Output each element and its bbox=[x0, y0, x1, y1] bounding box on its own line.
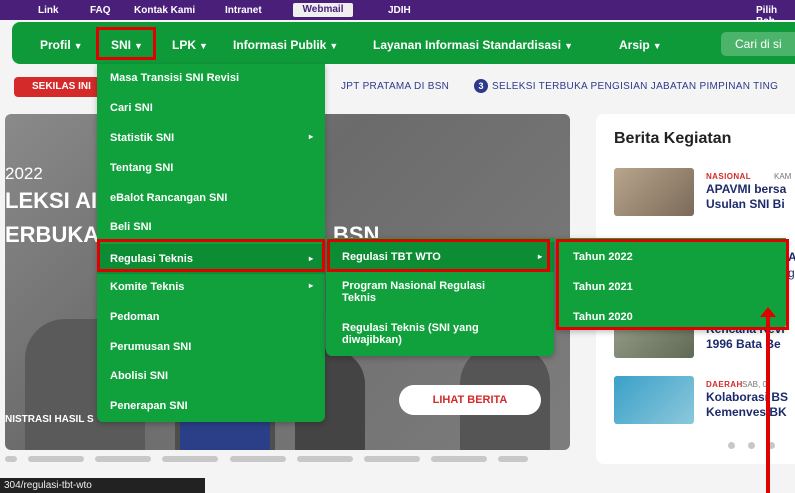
menu-item-label: Tentang SNI bbox=[110, 162, 174, 174]
hero-caption: NISTRASI HASIL S bbox=[5, 414, 94, 425]
news-date: KAM bbox=[774, 172, 792, 181]
carousel-dot[interactable] bbox=[95, 456, 151, 462]
menu-item-label: Masa Transisi SNI Revisi bbox=[110, 72, 240, 84]
carousel-dot[interactable] bbox=[431, 456, 487, 462]
search-button[interactable]: Cari di si bbox=[721, 32, 795, 56]
news-partial: A bbox=[788, 250, 795, 264]
faq-link[interactable]: FAQ bbox=[90, 5, 111, 16]
menu-item-beli-sni[interactable]: Beli SNI bbox=[97, 221, 325, 233]
menu-item-penerapan-sni[interactable]: Penerapan SNI bbox=[97, 400, 325, 412]
ticker-number-badge: 3 bbox=[474, 79, 488, 93]
menu-item-masa-transisi[interactable]: Masa Transisi SNI Revisi bbox=[97, 72, 325, 84]
nav-layanan-informasi[interactable]: Layanan Informasi Standardisasi ▼ bbox=[373, 38, 573, 52]
menu-item-cari-sni[interactable]: Cari SNI bbox=[97, 102, 325, 114]
browser-status-url: 304/regulasi-tbt-wto bbox=[0, 478, 205, 493]
regulasi-tbt-wto-highlight-box bbox=[327, 239, 550, 272]
nav-lpk-label: LPK bbox=[172, 38, 196, 52]
nav-informasi-publik[interactable]: Informasi Publik ▼ bbox=[233, 38, 338, 52]
regulasi-teknis-highlight-box bbox=[97, 239, 325, 272]
carousel-dot[interactable] bbox=[162, 456, 218, 462]
page: Link FAQ Kontak Kami Intranet Webmail JD… bbox=[0, 0, 795, 493]
menu-item-label: Cari SNI bbox=[110, 102, 153, 114]
menu-item-label: Penerapan SNI bbox=[110, 400, 188, 412]
menu-item-program-nasional[interactable]: Program Nasional Regulasi Teknis bbox=[326, 280, 554, 304]
nav-lpk[interactable]: LPK ▼ bbox=[172, 38, 208, 52]
hero-year: 2022 bbox=[5, 164, 43, 183]
intranet-link[interactable]: Intranet bbox=[225, 5, 262, 16]
nav-profil-label: Profil bbox=[40, 38, 71, 52]
menu-item-ebalot[interactable]: eBalot Rancangan SNI bbox=[97, 192, 325, 204]
news-headline[interactable]: Kolaborasi BS bbox=[706, 390, 788, 405]
annotation-arrow-head bbox=[760, 307, 776, 317]
webmail-link[interactable]: Webmail bbox=[293, 3, 353, 17]
news-date: SAB, 0 bbox=[742, 380, 767, 389]
caret-down-icon: ▼ bbox=[652, 41, 662, 51]
news-thumbnail[interactable] bbox=[614, 168, 694, 216]
menu-item-label: Komite Teknis bbox=[110, 281, 185, 293]
hero-title-line2: ERBUKA bbox=[5, 222, 100, 247]
menu-item-label: Perumusan SNI bbox=[110, 341, 192, 353]
carousel-dot[interactable] bbox=[498, 456, 528, 462]
berita-title: Berita Kegiatan bbox=[614, 130, 732, 147]
carousel-dot[interactable] bbox=[297, 456, 353, 462]
chevron-right-icon: ▸ bbox=[308, 281, 313, 290]
nav-arsip[interactable]: Arsip ▼ bbox=[619, 38, 662, 52]
news-category: NASIONAL bbox=[706, 172, 751, 181]
news-headline[interactable]: Kemenves/BK bbox=[706, 405, 787, 420]
sni-highlight-box bbox=[96, 27, 156, 60]
jdih-link[interactable]: JDIH bbox=[388, 5, 411, 16]
menu-item-komite-teknis[interactable]: Komite Teknis ▸ bbox=[97, 281, 325, 293]
kontak-kami-link[interactable]: Kontak Kami bbox=[134, 5, 195, 16]
news-headline[interactable]: Usulan SNI Bi bbox=[706, 197, 785, 212]
caret-down-icon: ▼ bbox=[564, 41, 573, 51]
arrow-up-icon bbox=[760, 307, 776, 317]
annotation-pointer-line bbox=[766, 313, 770, 493]
chevron-right-icon: ▸ bbox=[308, 132, 313, 141]
nav-informasi-publik-label: Informasi Publik bbox=[233, 38, 327, 52]
ticker-item-1[interactable]: JPT PRATAMA DI BSN bbox=[341, 81, 449, 92]
menu-item-label: eBalot Rancangan SNI bbox=[110, 192, 228, 204]
menu-item-abolisi-sni[interactable]: Abolisi SNI bbox=[97, 370, 325, 382]
link-link[interactable]: Link bbox=[38, 5, 59, 16]
ticker-item-2[interactable]: SELEKSI TERBUKA PENGISIAN JABATAN PIMPIN… bbox=[492, 81, 778, 92]
carousel-dot[interactable] bbox=[230, 456, 286, 462]
news-category: DAERAH bbox=[706, 380, 743, 389]
nav-layanan-label: Layanan Informasi Standardisasi bbox=[373, 38, 562, 52]
nav-arsip-label: Arsip bbox=[619, 38, 650, 52]
carousel-dot[interactable] bbox=[5, 456, 17, 462]
menu-item-perumusan-sni[interactable]: Perumusan SNI bbox=[97, 341, 325, 353]
menu-item-tentang-sni[interactable]: Tentang SNI bbox=[97, 162, 325, 174]
menu-item-label: Pedoman bbox=[110, 311, 160, 323]
menu-item-statistik-sni[interactable]: Statistik SNI ▸ bbox=[97, 132, 325, 144]
news-pager-dot[interactable] bbox=[728, 442, 735, 449]
news-thumbnail[interactable] bbox=[614, 376, 694, 424]
tahun-list-highlight-box bbox=[556, 239, 789, 330]
menu-item-pedoman[interactable]: Pedoman bbox=[97, 311, 325, 323]
carousel-dot[interactable] bbox=[28, 456, 84, 462]
caret-down-icon: ▼ bbox=[73, 41, 83, 51]
lihat-berita-button[interactable]: LIHAT BERITA bbox=[399, 385, 541, 415]
menu-item-label: Beli SNI bbox=[110, 221, 152, 233]
news-partial: g bbox=[788, 266, 795, 280]
carousel-dot[interactable] bbox=[364, 456, 420, 462]
caret-down-icon: ▼ bbox=[199, 41, 208, 51]
nav-profil[interactable]: Profil ▼ bbox=[40, 38, 83, 52]
menu-item-label: Statistik SNI bbox=[110, 132, 175, 144]
caret-down-icon: ▼ bbox=[329, 41, 339, 51]
menu-item-label: Abolisi SNI bbox=[110, 370, 169, 382]
hero-title-line1: LEKSI AI bbox=[5, 188, 98, 213]
menu-item-regulasi-sni-wajib[interactable]: Regulasi Teknis (SNI yang diwajibkan) bbox=[326, 322, 554, 346]
top-utility-bar: Link FAQ Kontak Kami Intranet Webmail JD… bbox=[0, 0, 795, 27]
news-pager-dot[interactable] bbox=[748, 442, 755, 449]
news-headline[interactable]: APAVMI bersa bbox=[706, 182, 786, 197]
